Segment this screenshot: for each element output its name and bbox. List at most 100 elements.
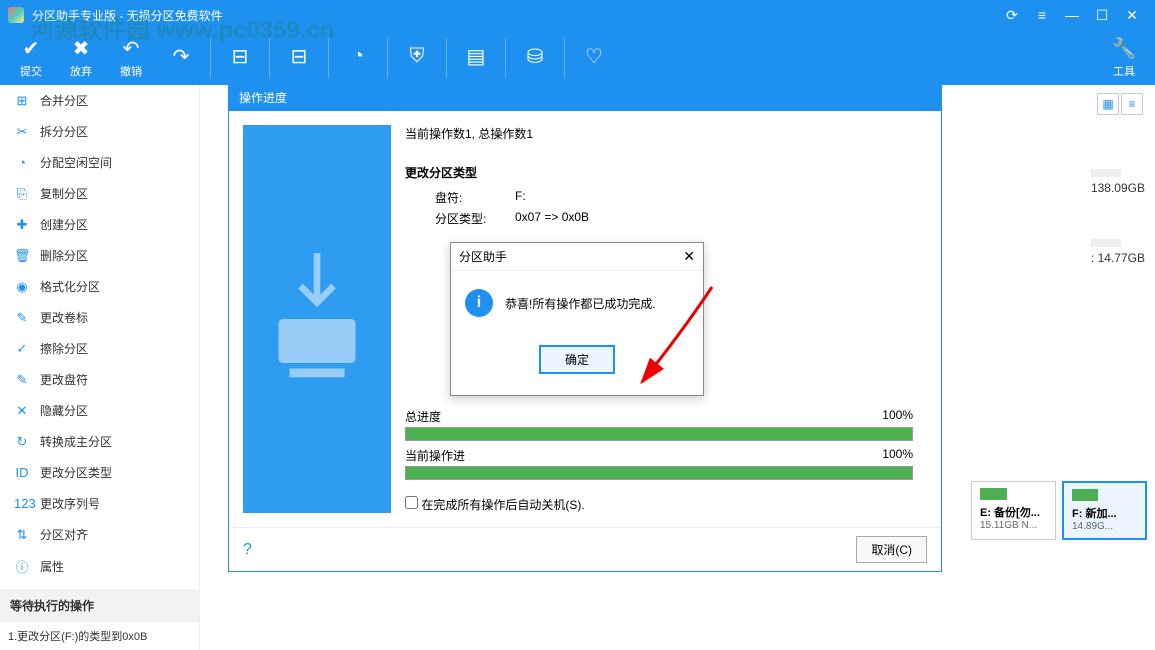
sidebar-item-6[interactable]: ◉格式化分区 xyxy=(0,271,199,302)
sidebar-item-icon: ⓘ xyxy=(14,557,30,576)
discard-button[interactable]: ✖放弃 xyxy=(56,33,106,83)
sidebar-item-8[interactable]: ✓ 擦除分区 xyxy=(0,333,199,364)
window-title: 分区助手专业版 - 无损分区免费软件 xyxy=(32,7,997,24)
current-progress-label: 当前操作进 xyxy=(405,447,465,464)
messagebox-close-icon[interactable]: ✕ xyxy=(683,248,695,265)
sidebar-item-icon: 123 xyxy=(14,496,30,511)
toolbar-heart[interactable]: ♡ xyxy=(569,33,619,83)
sidebar-item-12[interactable]: ID更改分区类型 xyxy=(0,457,199,488)
view-list-button[interactable]: ≡ xyxy=(1121,93,1143,115)
sidebar-item-10[interactable]: ✕隐藏分区 xyxy=(0,395,199,426)
sidebar-item-2[interactable]: ◔ 分配空闲空间 xyxy=(0,147,199,178)
sidebar-item-13[interactable]: 123 更改序列号 xyxy=(0,488,199,519)
undo-button[interactable]: ↶撤销 xyxy=(106,33,156,83)
menu-icon[interactable]: ≡ xyxy=(1027,0,1057,30)
check-icon: ✔ xyxy=(23,37,40,61)
sidebar-item-icon: ◔ xyxy=(14,155,30,170)
sidebar-item-label: 格式化分区 xyxy=(40,278,100,295)
sidebar: ⊞合并分区✂拆分分区◔分配空闲空间⎘复制分区✚创建分区🗑删除分区◉格式化分区✎更… xyxy=(0,85,200,650)
sidebar-item-label: 分配空闲空间 xyxy=(40,154,112,171)
view-grid-button[interactable]: ▦ xyxy=(1097,93,1119,115)
x-icon: ✖ xyxy=(73,37,90,61)
sidebar-item-icon: 🗑 xyxy=(14,248,30,264)
redo-icon: ↷ xyxy=(173,45,190,69)
minimize-icon[interactable]: — xyxy=(1057,0,1087,30)
toolbar-separator xyxy=(210,38,211,78)
sidebar-item-label: 更改盘符 xyxy=(40,371,88,388)
drive-label: 盘符: xyxy=(435,189,515,206)
pending-operation-item[interactable]: 1.更改分区(F:)的类型到0x0B xyxy=(0,622,199,650)
messagebox-title: 分区助手 xyxy=(459,248,683,265)
sidebar-item-icon: ID xyxy=(14,465,30,480)
cancel-button[interactable]: 取消(C) xyxy=(856,536,927,563)
sidebar-item-icon: ↻ xyxy=(14,434,30,450)
database-icon: ⛁ xyxy=(527,45,544,69)
partition-card-f[interactable]: F: 新加...14.89G... xyxy=(1062,481,1147,540)
drive-value: F: xyxy=(515,189,526,206)
sidebar-item-label: 擦除分区 xyxy=(40,340,88,357)
help-icon[interactable]: ? xyxy=(243,541,252,559)
disk-info: : 14.77GB xyxy=(1091,235,1145,265)
pending-operations-header: 等待执行的操作 xyxy=(0,589,199,622)
disk-icon: ⊟ xyxy=(232,45,249,69)
sidebar-item-icon: ✕ xyxy=(14,403,30,419)
toolbar-db[interactable]: ⛁ xyxy=(510,33,560,83)
close-icon[interactable]: ✕ xyxy=(1117,0,1147,30)
sidebar-item-3[interactable]: ⎘复制分区 xyxy=(0,178,199,209)
progress-dialog-title: 操作进度 xyxy=(229,83,941,111)
sidebar-item-icon: ⊞ xyxy=(14,93,30,109)
sidebar-item-5[interactable]: 🗑删除分区 xyxy=(0,240,199,271)
submit-button[interactable]: ✔提交 xyxy=(6,33,56,83)
sidebar-item-label: 更改序列号 xyxy=(40,495,100,512)
sidebar-item-icon: ✚ xyxy=(14,217,30,233)
sidebar-item-11[interactable]: ↻ 转换成主分区 xyxy=(0,426,199,457)
sidebar-item-0[interactable]: ⊞ 合并分区 xyxy=(0,85,199,116)
toolbar-separator xyxy=(564,38,565,78)
sidebar-item-label: 创建分区 xyxy=(40,216,88,233)
shutdown-checkbox-label[interactable]: 在完成所有操作后自动关机(S). xyxy=(405,496,913,513)
sidebar-item-icon: ✓ xyxy=(14,341,30,357)
sidebar-item-15[interactable]: ⓘ 属性 xyxy=(0,550,199,583)
shutdown-checkbox[interactable] xyxy=(405,496,418,509)
disk-info: 138.09GB xyxy=(1091,165,1145,195)
sidebar-item-icon: ✎ xyxy=(14,372,30,388)
toolbar-disk1[interactable]: ⊟ xyxy=(215,33,265,83)
sidebar-item-7[interactable]: ✎更改卷标 xyxy=(0,302,199,333)
sidebar-item-label: 合并分区 xyxy=(40,92,88,109)
toolbar-shield[interactable]: ⛨ xyxy=(392,33,442,83)
toolbar-book[interactable]: ▤ xyxy=(451,33,501,83)
toolbar-separator xyxy=(269,38,270,78)
toolbar-separator xyxy=(328,38,329,78)
toolbar-disk2[interactable]: ⊟ xyxy=(274,33,324,83)
toolbar-separator xyxy=(387,38,388,78)
book-icon: ▤ xyxy=(467,45,486,69)
sidebar-item-label: 转换成主分区 xyxy=(40,433,112,450)
sidebar-item-1[interactable]: ✂拆分分区 xyxy=(0,116,199,147)
total-progress-bar xyxy=(405,427,913,441)
sidebar-item-label: 更改卷标 xyxy=(40,309,88,326)
refresh-icon[interactable]: ⟳ xyxy=(997,0,1027,30)
current-progress-pct: 100% xyxy=(882,447,913,464)
wrench-icon: 🔧 xyxy=(1112,37,1137,61)
heart-icon: ♡ xyxy=(585,45,603,69)
maximize-icon[interactable]: ☐ xyxy=(1087,0,1117,30)
sidebar-item-14[interactable]: ⇅分区对齐 xyxy=(0,519,199,550)
ok-button[interactable]: 确定 xyxy=(539,345,615,374)
messagebox-text: 恭喜!所有操作都已成功完成. xyxy=(505,295,656,312)
app-logo-icon xyxy=(8,7,24,23)
sidebar-item-label: 属性 xyxy=(40,558,64,575)
toolbar-separator xyxy=(446,38,447,78)
sidebar-item-4[interactable]: ✚ 创建分区 xyxy=(0,209,199,240)
total-progress-label: 总进度 xyxy=(405,408,441,425)
sidebar-item-label: 分区对齐 xyxy=(40,526,88,543)
partition-card-e[interactable]: E: 备份[勿...15.11GB N... xyxy=(971,481,1056,540)
redo-button[interactable]: ↷ xyxy=(156,33,206,83)
toolbar-separator xyxy=(505,38,506,78)
type-value: 0x07 => 0x0B xyxy=(515,210,589,227)
toolbar-pie[interactable]: ◔ xyxy=(333,33,383,83)
type-label: 分区类型: xyxy=(435,210,515,227)
info-icon: i xyxy=(465,289,493,317)
shield-icon: ⛨ xyxy=(410,45,425,69)
tools-button[interactable]: 🔧工具 xyxy=(1099,33,1149,83)
sidebar-item-9[interactable]: ✎ 更改盘符 xyxy=(0,364,199,395)
